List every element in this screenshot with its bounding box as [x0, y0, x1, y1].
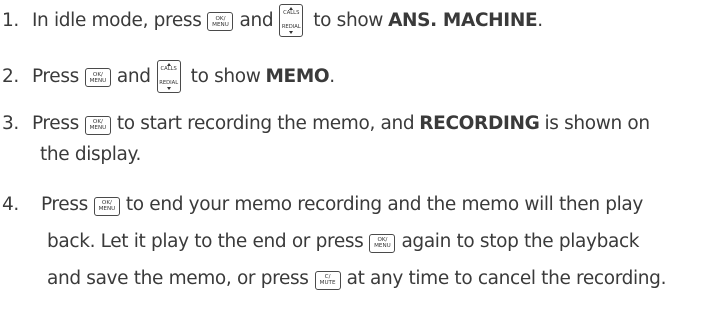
step-4: 4. Press OK/MENU to end your memo record…	[0, 193, 643, 217]
step-4-line-2: back. Let it play to the end or press OK…	[47, 230, 640, 254]
step-4-line-3: and save the memo, or press C/MUTE at an…	[47, 267, 666, 291]
step-text: Press	[31, 113, 79, 134]
display-label: RECORDING	[419, 113, 540, 134]
step-2: 2. Press OK/MENU and CALLS REDIAL to sho…	[0, 60, 335, 93]
step-3: 3. Press OK/MENU to start recording the …	[0, 112, 650, 136]
step-text: is shown on	[544, 113, 650, 134]
step-number: 4.	[2, 194, 19, 215]
step-text: to show	[190, 65, 261, 87]
step-number: 1.	[2, 9, 19, 31]
step-text: the display.	[40, 144, 141, 165]
display-label: ANS. MACHINE	[388, 9, 538, 31]
step-text: and	[239, 9, 274, 31]
step-text: to show	[313, 9, 384, 31]
ok-menu-key-icon: OK/MENU	[84, 115, 111, 135]
step-text: to end your memo recording and the memo …	[125, 194, 643, 215]
c-mute-key-icon: C/MUTE	[314, 270, 341, 290]
step-1: 1. In idle mode, press OK/MENU and CALLS…	[0, 4, 543, 37]
step-text: at any time to cancel the recording.	[346, 268, 667, 289]
step-text: and	[116, 65, 151, 87]
step-number: 3.	[2, 113, 19, 134]
step-3-continued: the display.	[40, 143, 141, 167]
step-text: and save the memo, or press	[47, 268, 309, 289]
step-text: Press	[40, 194, 88, 215]
ok-menu-key-icon: OK/MENU	[84, 68, 111, 87]
ok-menu-key-icon: OK/MENU	[93, 196, 120, 216]
step-text: again to stop the playback	[401, 231, 640, 252]
step-text: In idle mode, press	[31, 9, 202, 31]
step-text: to start recording the memo, and	[116, 113, 415, 134]
calls-redial-key-icon: CALLS REDIAL	[156, 60, 181, 93]
step-number: 2.	[2, 65, 19, 87]
instruction-list: 1. In idle mode, press OK/MENU and CALLS…	[0, 0, 720, 310]
display-label: MEMO	[265, 65, 330, 87]
ok-menu-key-icon: OK/MENU	[207, 12, 234, 31]
calls-redial-key-icon: CALLS REDIAL	[279, 4, 304, 37]
step-text: back. Let it play to the end or press	[47, 231, 364, 252]
ok-menu-key-icon: OK/MENU	[369, 233, 396, 253]
step-text: Press	[31, 65, 79, 87]
